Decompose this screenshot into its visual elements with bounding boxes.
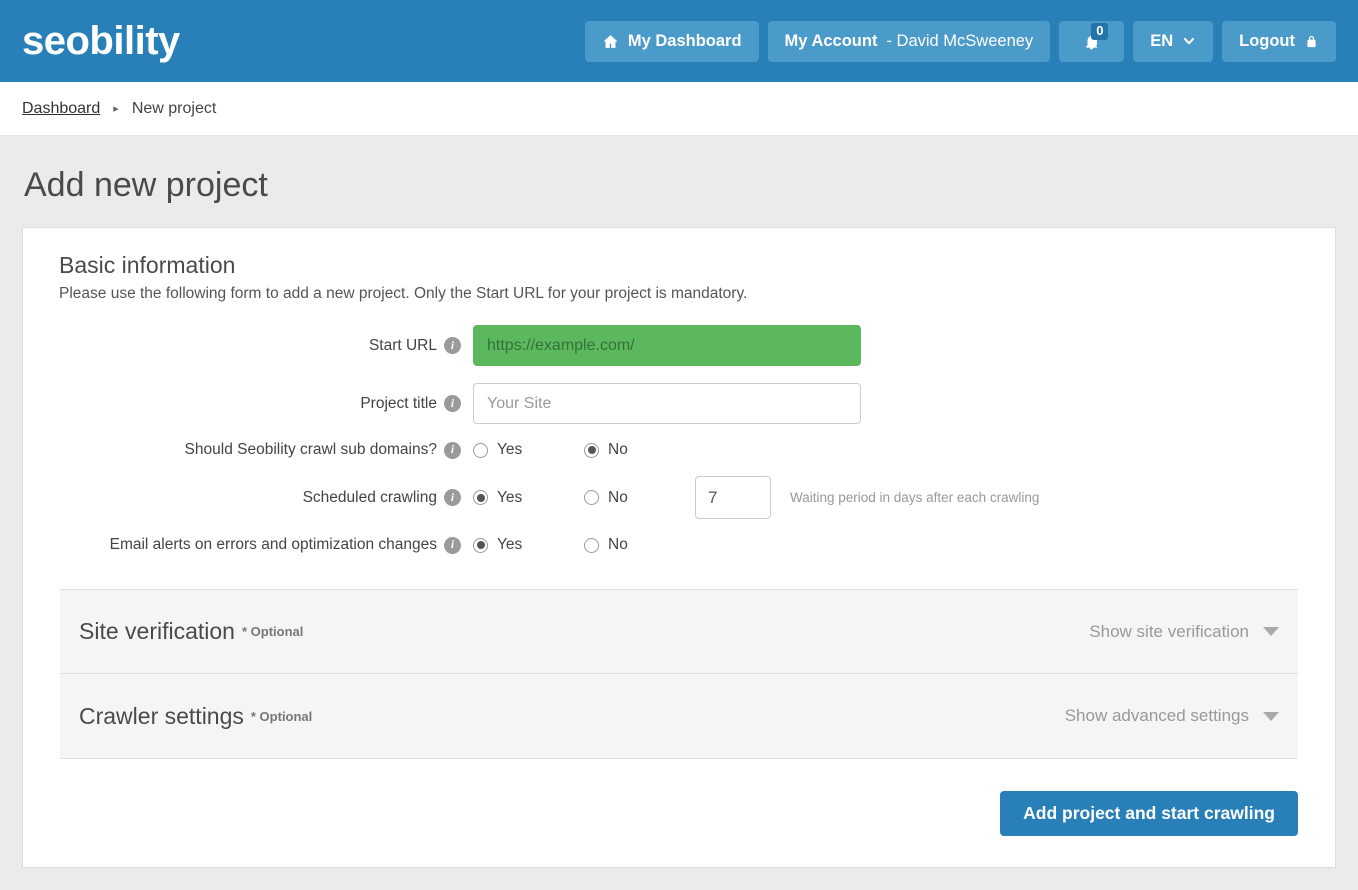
my-dashboard-button[interactable]: My Dashboard [585,21,759,62]
sub-domains-yes-label: Yes [497,441,522,459]
info-icon[interactable]: i [444,395,461,412]
start-url-label: Start URL [369,337,437,355]
form-row-project-title: Project title i [41,383,1317,424]
email-alerts-label: Email alerts on errors and optimization … [110,536,437,554]
panel-spacer [41,571,1317,589]
email-alerts-radio-no[interactable]: No [584,536,695,554]
lock-icon [1304,34,1319,49]
form-row-sub-domains: Should Seobility crawl sub domains? i Ye… [41,441,1317,459]
scheduled-crawling-radio-yes[interactable]: Yes [473,489,584,507]
radio-mark-icon [584,490,599,505]
scheduled-crawling-radio-no[interactable]: No [584,489,695,507]
site-verification-toggle[interactable]: Show site verification [1089,622,1279,642]
project-title-label-wrap: Project title i [41,395,473,413]
language-label: EN [1150,32,1173,51]
logout-label: Logout [1239,32,1295,51]
email-alerts-radio-group: Yes No [473,536,695,554]
header-nav: My Dashboard My Account - David McSweene… [585,21,1336,62]
caret-down-icon [1263,712,1279,721]
account-user-name: - David McSweeney [886,32,1033,51]
email-alerts-radio-yes[interactable]: Yes [473,536,584,554]
my-account-button[interactable]: My Account - David McSweeney [768,21,1051,62]
scheduled-crawling-yes-label: Yes [497,489,522,507]
submit-row: Add project and start crawling [41,759,1317,836]
top-header-bar: seobility My Dashboard My Account - Davi… [0,0,1358,82]
home-icon [602,33,619,50]
radio-mark-icon [473,443,488,458]
my-dashboard-label: My Dashboard [628,32,742,51]
crawler-settings-toggle[interactable]: Show advanced settings [1065,706,1279,726]
sub-domains-label: Should Seobility crawl sub domains? [185,441,437,459]
info-icon[interactable]: i [444,337,461,354]
email-alerts-no-label: No [608,536,628,554]
site-verification-title: Site verification [79,618,235,645]
card-subtitle: Please use the following form to add a n… [59,285,1317,303]
sub-domains-radio-yes[interactable]: Yes [473,441,584,459]
email-alerts-label-wrap: Email alerts on errors and optimization … [41,536,473,554]
scheduled-crawling-label: Scheduled crawling [303,489,437,507]
breadcrumb-separator-icon: ▸ [113,102,119,115]
scheduled-crawling-label-wrap: Scheduled crawling i [41,489,473,507]
page-body: Add new project Basic information Please… [0,166,1358,868]
site-verification-panel[interactable]: Site verification * Optional Show site v… [60,589,1298,674]
info-icon[interactable]: i [444,489,461,506]
crawler-settings-toggle-label: Show advanced settings [1065,706,1249,726]
radio-mark-icon [584,443,599,458]
scheduled-crawling-radio-group: Yes No [473,489,695,507]
card-title: Basic information [59,252,1317,279]
project-title-label: Project title [360,395,437,413]
basic-information-card: Basic information Please use the followi… [22,227,1336,868]
info-icon[interactable]: i [444,537,461,554]
crawler-settings-panel[interactable]: Crawler settings * Optional Show advance… [60,674,1298,759]
sub-domains-radio-no[interactable]: No [584,441,695,459]
breadcrumb-dashboard-link[interactable]: Dashboard [22,100,100,118]
caret-down-icon [1263,627,1279,636]
site-verification-toggle-label: Show site verification [1089,622,1249,642]
logout-button[interactable]: Logout [1222,21,1336,62]
breadcrumb-current: New project [132,100,216,118]
form-row-scheduled-crawling: Scheduled crawling i Yes No Waiting peri… [41,476,1317,519]
radio-mark-icon [473,490,488,505]
crawler-settings-optional-tag: * Optional [251,709,312,724]
add-project-button[interactable]: Add project and start crawling [1000,791,1298,836]
language-selector-button[interactable]: EN [1133,21,1213,62]
bell-icon-wrapper: 0 [1076,32,1107,51]
project-title-input[interactable] [473,383,861,424]
breadcrumb: Dashboard ▸ New project [0,82,1358,136]
radio-mark-icon [584,538,599,553]
sub-domains-radio-group: Yes No [473,441,695,459]
info-icon[interactable]: i [444,442,461,459]
start-url-input[interactable] [473,325,861,366]
notifications-button[interactable]: 0 [1059,21,1124,62]
sub-domains-no-label: No [608,441,628,459]
crawl-interval-days-input[interactable] [695,476,771,519]
my-account-label: My Account [785,32,878,51]
chevron-down-icon [1182,34,1196,48]
start-url-label-wrap: Start URL i [41,337,473,355]
sub-domains-label-wrap: Should Seobility crawl sub domains? i [41,441,473,459]
radio-mark-icon [473,538,488,553]
email-alerts-yes-label: Yes [497,536,522,554]
site-verification-optional-tag: * Optional [242,624,303,639]
seobility-logo[interactable]: seobility [22,21,180,61]
form-row-start-url: Start URL i [41,325,1317,366]
page-title: Add new project [24,166,1336,205]
scheduled-crawling-no-label: No [608,489,628,507]
notifications-badge: 0 [1091,23,1108,40]
form-row-email-alerts: Email alerts on errors and optimization … [41,536,1317,554]
crawler-settings-title: Crawler settings [79,703,244,730]
crawl-interval-hint: Waiting period in days after each crawli… [790,490,1039,505]
